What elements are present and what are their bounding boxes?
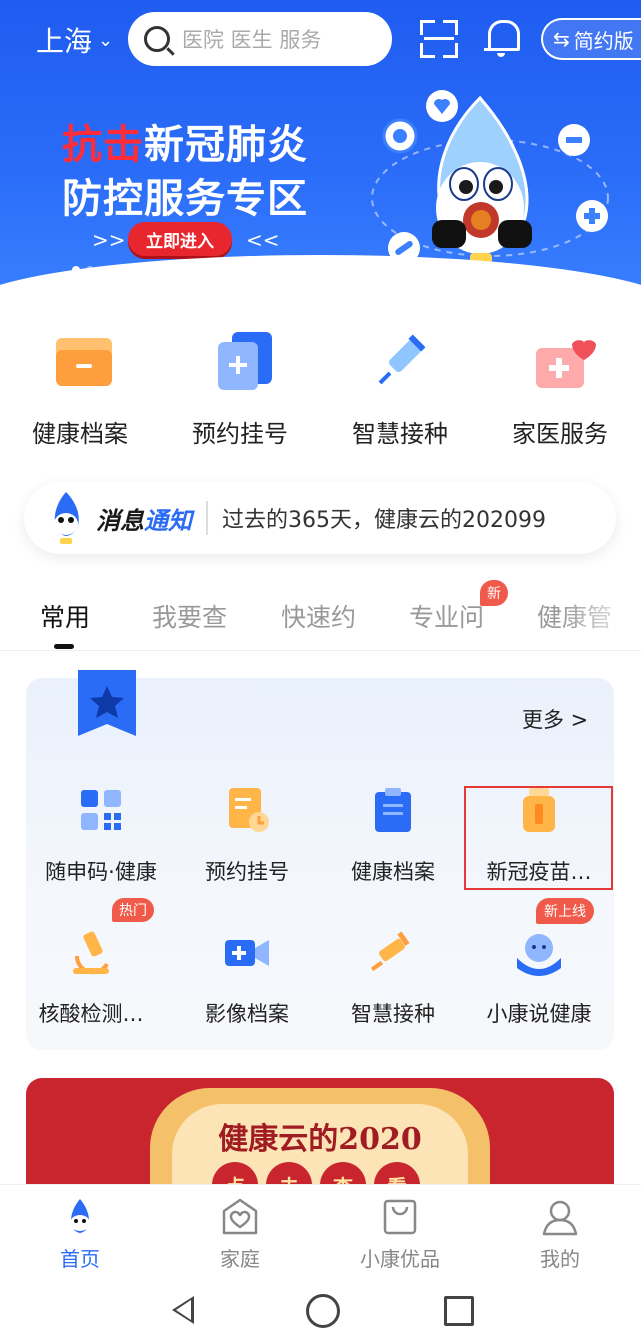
scan-icon[interactable]	[420, 20, 458, 58]
arrows-right-icon: >>	[92, 228, 126, 252]
search-icon	[144, 26, 170, 52]
nav-mine[interactable]: 我的	[480, 1185, 640, 1283]
nav-home[interactable]: 首页	[0, 1185, 160, 1283]
banner-title-line2: 防控服务专区	[62, 176, 308, 222]
quick-entry-appointment[interactable]: 预约挂号	[160, 330, 320, 449]
notice-tag-part1: 消息	[96, 506, 144, 535]
quick-entry-vaccination[interactable]: 智慧接种	[320, 330, 480, 449]
shopping-bag-icon	[383, 1199, 417, 1235]
service-appointment[interactable]: 预约挂号	[174, 786, 320, 886]
more-link[interactable]: 更多 >	[522, 704, 588, 734]
tab-ask-expert[interactable]: 专业问	[409, 598, 484, 634]
quick-entry-label: 健康档案	[32, 420, 128, 448]
service-vaccination[interactable]: 智慧接种	[320, 928, 466, 1028]
service-label: 核酸检测…	[38, 1002, 144, 1026]
back-icon[interactable]	[172, 1296, 194, 1324]
tab-quick-book[interactable]: 快速约	[281, 598, 356, 634]
notice-bar[interactable]: 消息通知 过去的365天，健康云的202099	[24, 482, 616, 554]
banner[interactable]: 上海 ⌄ 医院 医生 服务 ⇆ 简约版 抗击新冠肺炎 防控服务专区 >> 立即进…	[0, 0, 641, 305]
service-nucleic-test[interactable]: 核酸检测…	[18, 928, 164, 1028]
nav-label: 家庭	[220, 1247, 260, 1271]
city-label: 上海	[36, 25, 93, 58]
quick-entry-label: 智慧接种	[352, 420, 448, 448]
carousel-dot	[86, 266, 94, 274]
home-icon[interactable]	[306, 1294, 340, 1328]
video-camera-icon	[225, 940, 269, 966]
mascot-illustration	[371, 90, 609, 267]
banner-title-highlight: 抗击	[62, 122, 144, 168]
calendar-clock-icon	[229, 788, 269, 832]
medical-kit-heart-icon	[536, 340, 596, 388]
bell-icon[interactable]	[484, 18, 520, 58]
folder-icon	[56, 338, 112, 386]
divider	[206, 501, 208, 535]
service-label: 随申码·健康	[45, 860, 157, 884]
service-health-record[interactable]: 健康档案	[320, 786, 466, 886]
divider	[0, 650, 641, 651]
service-label: 小康说健康	[486, 1002, 592, 1026]
category-tabs: 常用 我要查 快速约 专业问 健康管	[0, 586, 641, 649]
tab-common[interactable]: 常用	[40, 598, 90, 634]
qr-code-icon	[81, 790, 121, 830]
nav-label: 小康优品	[360, 1247, 440, 1271]
swap-icon: ⇆	[553, 27, 570, 51]
mascot-hands-icon	[517, 934, 561, 976]
service-imaging-record[interactable]: 影像档案	[174, 928, 320, 1028]
simple-mode-label: 简约版	[573, 28, 634, 53]
search-placeholder: 医院 医生 服务	[182, 28, 322, 52]
service-label: 影像档案	[205, 1002, 289, 1026]
nav-shop[interactable]: 小康优品	[320, 1185, 480, 1283]
hot-badge: 热门	[112, 898, 154, 922]
annual-report-banner[interactable]: 健康云的2020 点 击 查 看	[26, 1078, 614, 1188]
new-online-badge: 新上线	[536, 898, 594, 924]
banner-title-rest: 新冠肺炎	[144, 122, 308, 168]
notice-message: 过去的365天，健康云的202099	[222, 508, 546, 533]
carousel-dot-active	[72, 266, 80, 274]
user-icon	[542, 1200, 578, 1236]
tab-search[interactable]: 我要查	[152, 598, 227, 634]
service-xiaokang-health[interactable]: 小康说健康	[466, 928, 612, 1028]
notice-tag-part2: 通知	[144, 506, 192, 535]
syringe-icon	[378, 334, 426, 385]
chevron-down-icon: ⌄	[98, 29, 114, 51]
recent-apps-icon[interactable]	[444, 1296, 474, 1326]
quick-entry-label: 家医服务	[512, 420, 608, 448]
quick-entry-family-doctor[interactable]: 家医服务	[480, 330, 640, 449]
banner-title-line1: 抗击新冠肺炎	[62, 112, 308, 170]
enter-now-button[interactable]: 立即进入	[128, 222, 232, 256]
service-health-code[interactable]: 随申码·健康	[28, 786, 174, 886]
bottom-nav: 首页 家庭 小康优品 我的	[0, 1184, 641, 1283]
service-label: 健康档案	[351, 860, 435, 884]
nav-label: 首页	[60, 1247, 100, 1271]
mascot-logo-icon	[54, 492, 79, 544]
quick-entry-label: 预约挂号	[192, 420, 288, 448]
add-document-icon	[218, 332, 272, 390]
promo-title: 健康云的2020	[218, 1122, 422, 1157]
carousel-indicator	[72, 266, 94, 274]
tabs-fade	[561, 590, 641, 640]
star-bookmark-icon	[78, 670, 136, 736]
simple-mode-button[interactable]: ⇆ 简约版	[541, 18, 641, 60]
arrows-left-icon: <<	[246, 228, 280, 252]
clipboard-icon	[375, 788, 411, 832]
city-selector[interactable]: 上海 ⌄	[36, 20, 113, 60]
microscope-icon	[73, 931, 109, 975]
syringe-icon	[370, 931, 410, 972]
service-label: 预约挂号	[205, 860, 289, 884]
active-tab-indicator	[54, 644, 74, 649]
quick-entries: 健康档案 预约挂号 智慧接种 家医服务	[0, 330, 641, 449]
family-heart-icon	[222, 1198, 258, 1235]
nav-label: 我的	[540, 1247, 580, 1271]
service-label: 智慧接种	[351, 1002, 435, 1026]
home-mascot-icon	[70, 1199, 90, 1233]
quick-entry-health-record[interactable]: 健康档案	[0, 330, 160, 449]
search-bar[interactable]: 医院 医生 服务	[128, 12, 392, 66]
new-badge: 新	[480, 580, 508, 606]
nav-family[interactable]: 家庭	[160, 1185, 320, 1283]
notice-tag: 消息通知	[96, 501, 192, 536]
highlight-box	[464, 786, 613, 890]
